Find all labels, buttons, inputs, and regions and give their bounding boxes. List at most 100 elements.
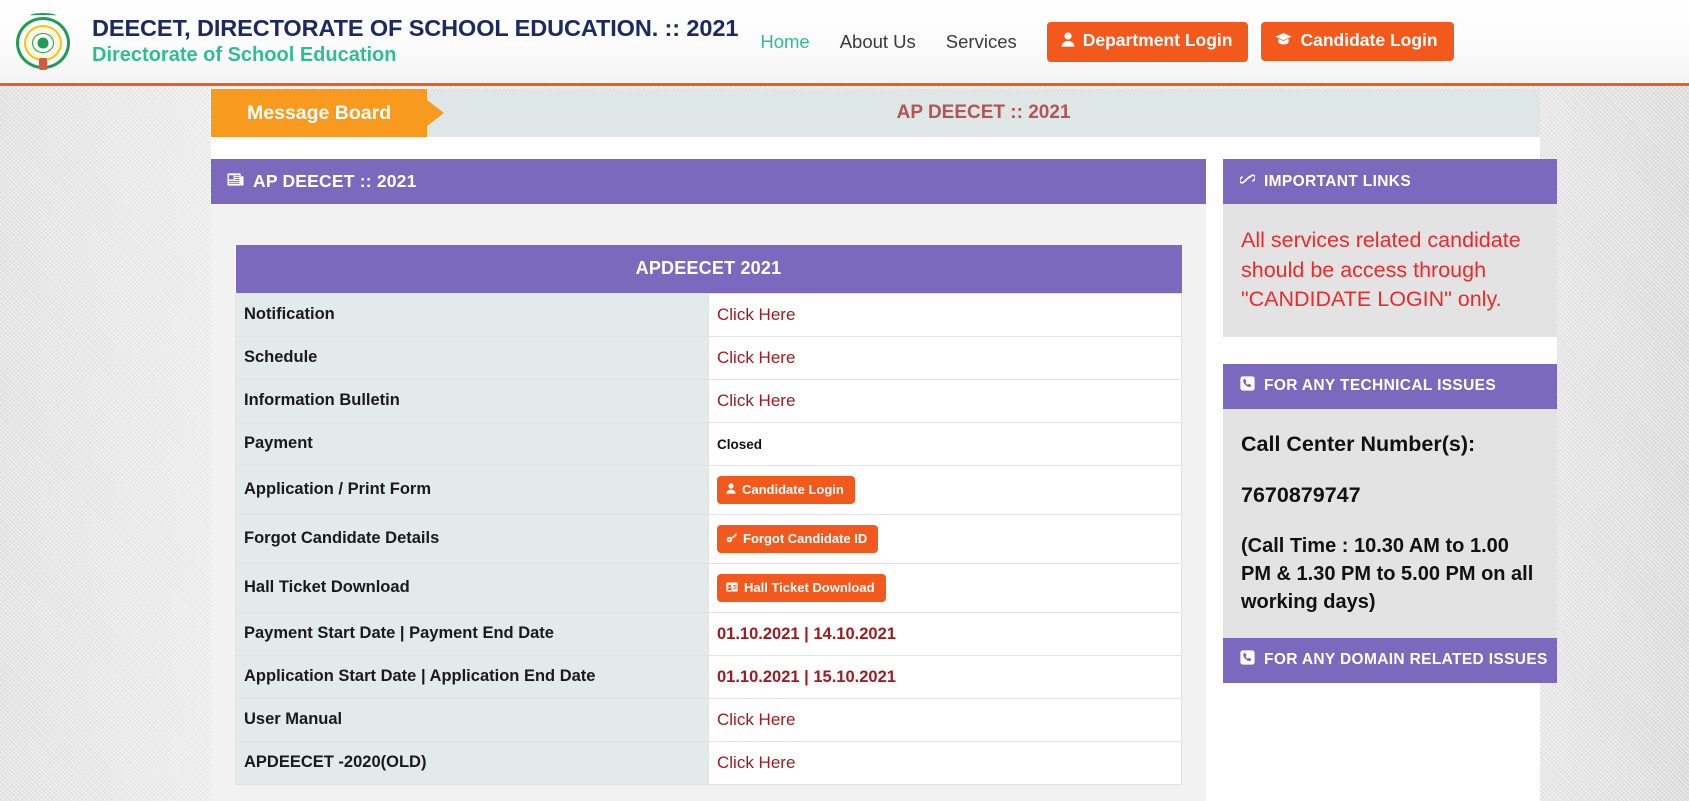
table-row: APDEECET -2020(OLD) Click Here <box>235 741 1182 785</box>
table-row: Application / Print Form Candidate Login <box>235 465 1182 515</box>
row-value: 01.10.2021 | 15.10.2021 <box>708 655 1182 699</box>
row-value: Closed <box>708 422 1182 466</box>
table-row: Forgot Candidate Details Forgot Candidat… <box>235 514 1182 564</box>
newspaper-icon <box>227 171 244 192</box>
row-label: APDEECET -2020(OLD) <box>235 741 709 785</box>
site-subtitle: Directorate of School Education <box>92 44 397 66</box>
candidate-login-button[interactable]: Candidate Login <box>1261 22 1454 61</box>
forgot-candidate-id-label: Forgot Candidate ID <box>743 531 868 546</box>
main-panel-body: APDEECET 2021 Notification Click Here Sc… <box>211 204 1206 801</box>
link-chain-icon <box>1238 172 1257 191</box>
table-row: Schedule Click Here <box>235 336 1182 380</box>
payment-dates-value: 01.10.2021 | 14.10.2021 <box>717 624 896 643</box>
row-label: Payment Start Date | Payment End Date <box>235 612 709 656</box>
information-bulletin-link[interactable]: Click Here <box>717 391 795 410</box>
row-label: Application / Print Form <box>235 465 709 515</box>
content-shell: AP DEECET :: 2021 APDEECET 2021 Notifica… <box>211 137 1557 801</box>
candidate-login-row-button[interactable]: Candidate Login <box>717 476 855 504</box>
call-center-phone: 7670879747 <box>1241 482 1361 507</box>
graduation-cap-icon <box>1275 32 1293 50</box>
phone-square-icon <box>1240 650 1255 670</box>
application-dates-value: 01.10.2021 | 15.10.2021 <box>717 667 896 686</box>
row-label: Forgot Candidate Details <box>235 514 709 564</box>
phone-square-icon <box>1240 376 1255 396</box>
technical-issues-heading: FOR ANY TECHNICAL ISSUES <box>1264 377 1497 395</box>
table-row: Payment Start Date | Payment End Date 01… <box>235 612 1182 656</box>
table-row: Notification Click Here <box>235 293 1182 337</box>
row-label: Payment <box>235 422 709 466</box>
row-value: Hall Ticket Download <box>708 563 1182 613</box>
state-emblem-logo-icon <box>14 12 72 71</box>
id-card-icon <box>726 582 738 594</box>
row-label: Information Bulletin <box>235 379 709 423</box>
nav-item-home[interactable]: Home <box>760 31 809 53</box>
notification-link[interactable]: Click Here <box>717 305 795 324</box>
technical-issues-body: Call Center Number(s): 7670879747 (Call … <box>1223 408 1557 638</box>
table-header-row: APDEECET 2021 <box>235 245 1182 294</box>
main-panel-header: AP DEECET :: 2021 <box>211 159 1206 204</box>
row-label: Schedule <box>235 336 709 380</box>
hall-ticket-download-button[interactable]: Hall Ticket Download <box>717 574 886 602</box>
user-manual-link[interactable]: Click Here <box>717 710 795 729</box>
row-label: Application Start Date | Application End… <box>235 655 709 699</box>
message-board-marquee: AP DEECET :: 2021 <box>427 89 1540 137</box>
header-title-block: DEECET, DIRECTORATE OF SCHOOL EDUCATION.… <box>86 15 738 68</box>
apdeecet-2020-old-link[interactable]: Click Here <box>717 753 795 772</box>
table-footer-spacer <box>235 785 1182 801</box>
row-value: 01.10.2021 | 14.10.2021 <box>708 612 1182 656</box>
forgot-candidate-id-button[interactable]: Forgot Candidate ID <box>717 525 879 553</box>
main-navigation: Home About Us Services <box>760 31 1016 53</box>
row-value: Click Here <box>708 698 1182 742</box>
important-links-header: IMPORTANT LINKS <box>1223 159 1557 204</box>
domain-issues-heading: FOR ANY DOMAIN RELATED ISSUES <box>1264 651 1548 669</box>
candidate-login-label: Candidate Login <box>1300 30 1438 51</box>
main-panel: AP DEECET :: 2021 APDEECET 2021 Notifica… <box>211 159 1206 801</box>
department-login-label: Department Login <box>1082 30 1233 51</box>
call-center-timing: (Call Time : 10.30 AM to 1.00 PM & 1.30 … <box>1241 534 1534 613</box>
department-login-button[interactable]: Department Login <box>1046 21 1249 62</box>
user-icon <box>1061 31 1075 51</box>
payment-status-text: Closed <box>717 436 763 452</box>
row-label: User Manual <box>235 698 709 742</box>
call-center-label: Call Center Number(s): <box>1241 431 1476 456</box>
important-links-body: All services related candidate should be… <box>1223 204 1557 337</box>
table-row: Information Bulletin Click Here <box>235 379 1182 423</box>
message-board-strip: Message Board AP DEECET :: 2021 <box>211 89 1540 137</box>
row-value: Click Here <box>708 741 1182 785</box>
site-header: DEECET, DIRECTORATE OF SCHOOL EDUCATION.… <box>0 0 1689 86</box>
sidebar-gap <box>1223 336 1557 364</box>
domain-issues-header: FOR ANY DOMAIN RELATED ISSUES <box>1223 637 1557 683</box>
nav-item-services[interactable]: Services <box>946 31 1017 53</box>
table-row: Payment Closed <box>235 422 1182 466</box>
message-board-tab[interactable]: Message Board <box>211 89 428 137</box>
row-value: Candidate Login <box>708 465 1182 515</box>
schedule-link[interactable]: Click Here <box>717 348 795 367</box>
row-label: Hall Ticket Download <box>235 563 709 613</box>
user-icon <box>726 483 736 496</box>
logo-container <box>0 12 86 71</box>
important-links-heading: IMPORTANT LINKS <box>1264 172 1412 190</box>
table-title: APDEECET 2021 <box>235 245 1182 294</box>
sidebar: IMPORTANT LINKS All services related can… <box>1223 159 1557 683</box>
technical-issues-header: FOR ANY TECHNICAL ISSUES <box>1223 363 1557 409</box>
row-value: Click Here <box>708 293 1182 337</box>
key-icon <box>726 532 737 545</box>
row-value: Click Here <box>708 336 1182 380</box>
nav-item-about-us[interactable]: About Us <box>840 31 916 53</box>
row-value: Click Here <box>708 379 1182 423</box>
message-board-marquee-text: AP DEECET :: 2021 <box>896 102 1071 123</box>
site-title: DEECET, DIRECTORATE OF SCHOOL EDUCATION.… <box>92 14 739 41</box>
hall-ticket-download-label: Hall Ticket Download <box>744 580 875 595</box>
row-label: Notification <box>235 293 709 337</box>
deecet-info-table: APDEECET 2021 Notification Click Here Sc… <box>235 245 1182 785</box>
table-row: User Manual Click Here <box>235 698 1182 742</box>
message-board-tab-label: Message Board <box>247 101 392 124</box>
table-row: Hall Ticket Download Hall Ticket Downloa… <box>235 563 1182 613</box>
candidate-login-notice: All services related candidate should be… <box>1241 228 1521 312</box>
table-row: Application Start Date | Application End… <box>235 655 1182 699</box>
candidate-login-row-label: Candidate Login <box>742 482 844 497</box>
row-value: Forgot Candidate ID <box>708 514 1182 564</box>
header-action-buttons: Department Login Candidate Login <box>1046 21 1454 62</box>
content-columns: AP DEECET :: 2021 APDEECET 2021 Notifica… <box>211 159 1557 801</box>
main-panel-heading: AP DEECET :: 2021 <box>253 171 417 191</box>
